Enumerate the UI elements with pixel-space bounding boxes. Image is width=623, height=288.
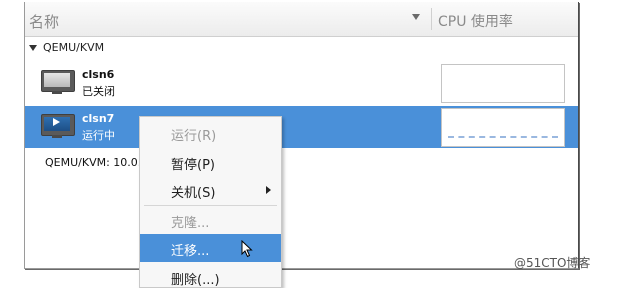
vm-status: 已关闭 bbox=[82, 85, 115, 98]
column-separator bbox=[431, 8, 432, 30]
cpu-usage-line bbox=[448, 136, 558, 140]
vm-status: 运行中 bbox=[82, 129, 115, 142]
connection-row-remote[interactable]: QEMU/KVM: 10.0. bbox=[45, 156, 141, 169]
connection-label: QEMU/KVM bbox=[43, 41, 105, 54]
watermark: @51CTO博客 bbox=[514, 256, 591, 270]
vm-row-clsn6[interactable]: clsn6 已关闭 bbox=[25, 62, 578, 104]
cpu-usage-graph bbox=[441, 108, 565, 147]
cpu-usage-graph bbox=[441, 64, 565, 103]
menu-item-shutdown[interactable]: 关机(S) bbox=[140, 176, 281, 204]
connection-group-qemu-kvm[interactable]: QEMU/KVM bbox=[29, 41, 104, 57]
menu-item-run[interactable]: 运行(R) bbox=[140, 119, 281, 147]
menu-item-label: 关机(S) bbox=[171, 186, 216, 201]
menu-item-clone[interactable]: 克隆... bbox=[140, 206, 281, 234]
name-column-header[interactable]: 名称 bbox=[29, 11, 59, 32]
vm-context-menu: 运行(R) 暂停(P) 关机(S) 克隆... 迁移... 删除(...) bbox=[139, 116, 282, 288]
menu-item-pause[interactable]: 暂停(P) bbox=[140, 148, 281, 176]
menu-item-label: 删除(...) bbox=[171, 273, 220, 288]
submenu-arrow-icon bbox=[266, 186, 271, 194]
menu-item-label: 暂停(P) bbox=[171, 158, 215, 173]
vm-manager-window: 名称 CPU 使用率 QEMU/KVM clsn6 已关闭 clsn7 运行中 … bbox=[24, 2, 579, 269]
vm-row-clsn7[interactable]: clsn7 运行中 bbox=[25, 106, 578, 148]
column-header: 名称 CPU 使用率 bbox=[25, 2, 578, 37]
menu-item-label: 运行(R) bbox=[171, 129, 217, 144]
menu-item-label: 迁移... bbox=[171, 244, 210, 259]
vm-name: clsn7 bbox=[82, 112, 115, 125]
mouse-pointer-icon bbox=[241, 240, 253, 258]
cpu-usage-column-header[interactable]: CPU 使用率 bbox=[438, 11, 513, 31]
vm-off-icon bbox=[41, 70, 75, 96]
menu-item-migrate[interactable]: 迁移... bbox=[140, 234, 281, 262]
sort-dropdown-icon[interactable] bbox=[412, 14, 420, 20]
menu-item-label: 克隆... bbox=[171, 216, 210, 231]
vm-name: clsn6 bbox=[82, 68, 115, 81]
expander-down-icon[interactable] bbox=[29, 45, 37, 51]
menu-item-delete[interactable]: 删除(...) bbox=[140, 263, 281, 288]
vm-running-icon bbox=[41, 114, 75, 140]
